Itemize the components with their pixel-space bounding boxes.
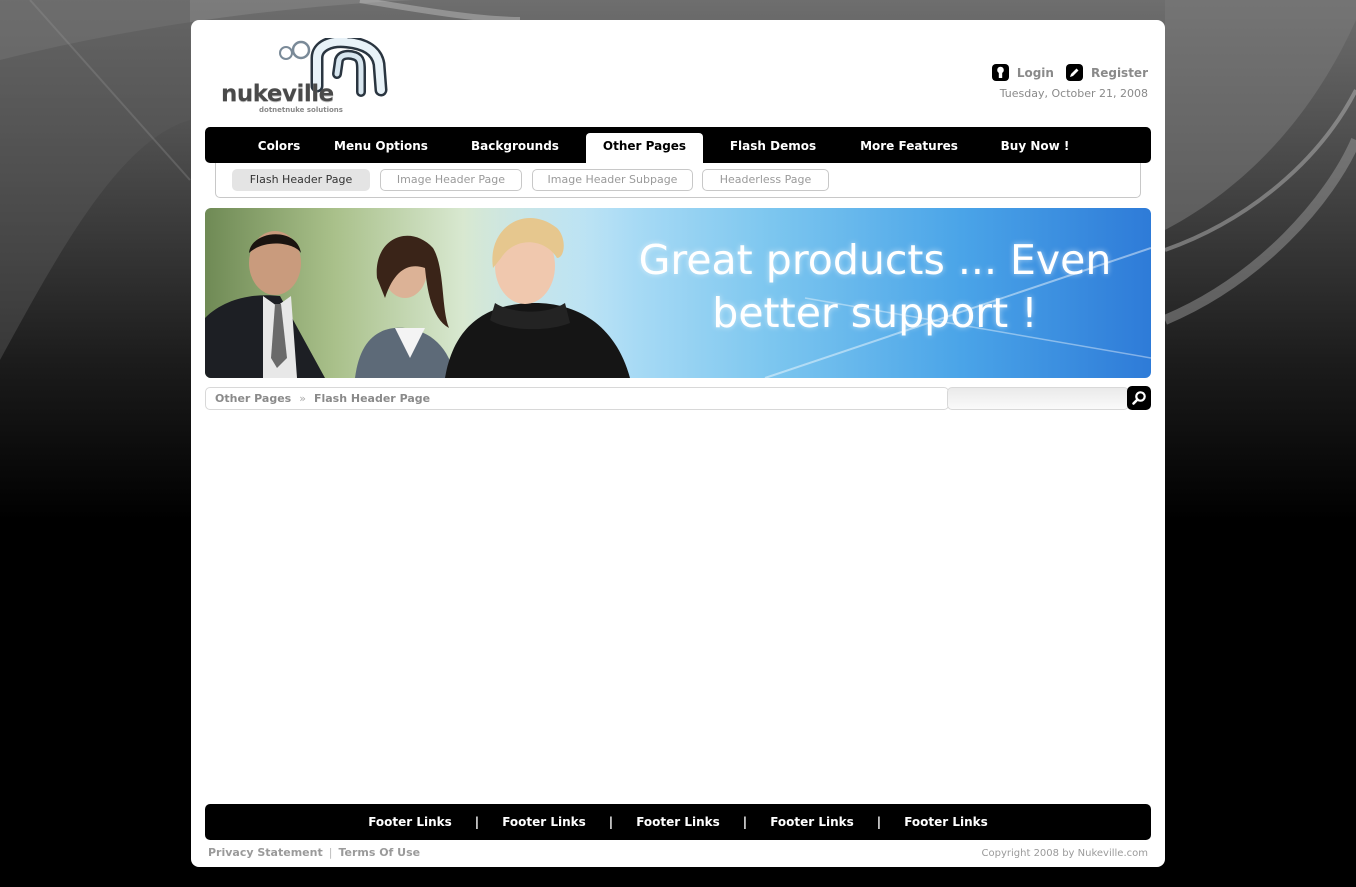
breadcrumb-parent-link[interactable]: Other Pages bbox=[215, 392, 291, 405]
copyright-text: Copyright 2008 by Nukeville.com bbox=[981, 848, 1148, 859]
footer-link-5[interactable]: Footer Links bbox=[904, 815, 988, 829]
current-date: Tuesday, October 21, 2008 bbox=[999, 87, 1148, 100]
login-link[interactable]: Login bbox=[991, 64, 1054, 81]
submenu-item-image-header-page[interactable]: Image Header Page bbox=[380, 169, 522, 191]
search-input[interactable] bbox=[947, 387, 1129, 410]
footer-link-1[interactable]: Footer Links bbox=[368, 815, 452, 829]
privacy-statement-link[interactable]: Privacy Statement bbox=[208, 846, 323, 859]
footer-link-2[interactable]: Footer Links bbox=[502, 815, 586, 829]
menu-item-menu-options[interactable]: Menu Options bbox=[333, 133, 429, 163]
search-button[interactable] bbox=[1127, 386, 1151, 410]
site-logo[interactable]: nukeville dotnetnuke solutions bbox=[219, 38, 389, 118]
footer-separator: | bbox=[474, 815, 480, 829]
submenu-item-headerless-page[interactable]: Headerless Page bbox=[702, 169, 829, 191]
sub-menu: Flash Header Page Image Header Page Imag… bbox=[215, 163, 1141, 198]
menu-item-other-pages[interactable]: Other Pages bbox=[586, 133, 703, 163]
footer-legal-separator: | bbox=[328, 846, 333, 859]
register-label: Register bbox=[1090, 65, 1148, 80]
auth-links: Login Register bbox=[980, 64, 1148, 81]
main-menu: Colors Menu Options Backgrounds Other Pa… bbox=[205, 127, 1151, 163]
footer-legal-links: Privacy Statement | Terms Of Use bbox=[208, 846, 420, 859]
banner-headline: Great products ... Even better support ! bbox=[615, 234, 1135, 340]
search-icon bbox=[1132, 391, 1146, 405]
register-link[interactable]: Register bbox=[1065, 64, 1148, 81]
banner-line-2: better support ! bbox=[712, 289, 1038, 337]
breadcrumb-current: Flash Header Page bbox=[313, 392, 431, 405]
menu-item-colors[interactable]: Colors bbox=[245, 133, 313, 163]
footer-separator: | bbox=[742, 815, 748, 829]
footer-links-bar: Footer Links | Footer Links | Footer Lin… bbox=[205, 804, 1151, 840]
logo-wordmark: nukeville bbox=[221, 81, 334, 107]
banner-line-1: Great products ... Even bbox=[638, 236, 1112, 284]
breadcrumb-separator: » bbox=[299, 392, 306, 405]
flash-header-banner: Great products ... Even better support ! bbox=[205, 208, 1151, 378]
submenu-item-image-header-subpage[interactable]: Image Header Subpage bbox=[532, 169, 693, 191]
footer-separator: | bbox=[876, 815, 882, 829]
menu-item-backgrounds[interactable]: Backgrounds bbox=[465, 133, 565, 163]
breadcrumb: Other Pages » Flash Header Page bbox=[205, 387, 949, 410]
footer-separator: | bbox=[608, 815, 614, 829]
page-container: nukeville dotnetnuke solutions Login Reg… bbox=[191, 20, 1165, 867]
footer-link-3[interactable]: Footer Links bbox=[636, 815, 720, 829]
menu-item-more-features[interactable]: More Features bbox=[855, 133, 963, 163]
submenu-item-flash-header-page[interactable]: Flash Header Page bbox=[232, 169, 370, 191]
keyhole-icon bbox=[991, 64, 1009, 81]
menu-item-buy-now[interactable]: Buy Now ! bbox=[995, 133, 1075, 163]
pencil-icon bbox=[1065, 64, 1083, 81]
logo-tagline: dotnetnuke solutions bbox=[259, 106, 343, 114]
login-label: Login bbox=[1016, 65, 1054, 80]
footer-link-4[interactable]: Footer Links bbox=[770, 815, 854, 829]
terms-of-use-link[interactable]: Terms Of Use bbox=[338, 846, 420, 859]
menu-item-flash-demos[interactable]: Flash Demos bbox=[725, 133, 821, 163]
